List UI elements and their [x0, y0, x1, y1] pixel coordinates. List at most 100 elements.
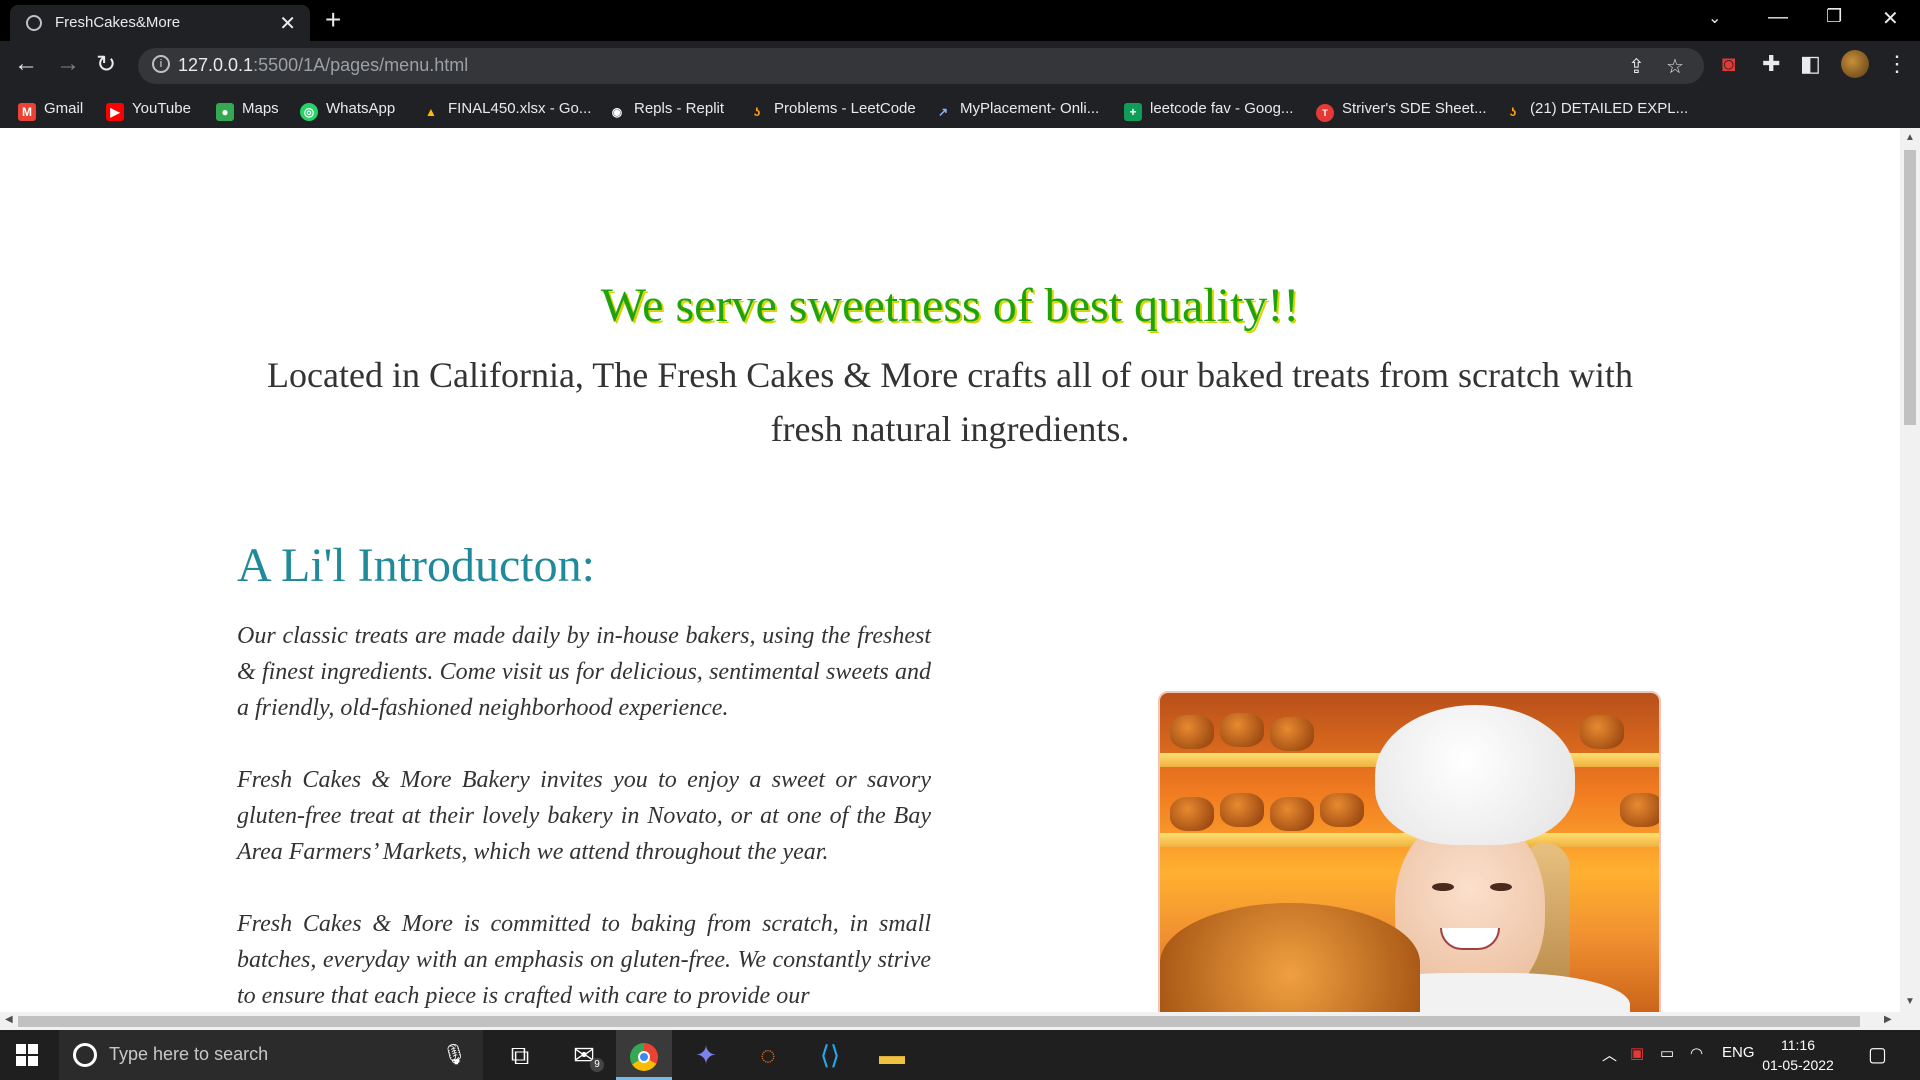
- share-icon[interactable]: ⇪: [1628, 54, 1645, 79]
- side-panel-icon[interactable]: ◧: [1800, 51, 1821, 77]
- intro-paragraph: Fresh Cakes & More Bakery invites you to…: [237, 767, 931, 865]
- bookmark-final450[interactable]: ▲ FINAL450.xlsx - Go...: [422, 96, 591, 122]
- reload-button[interactable]: ↻: [96, 50, 116, 79]
- bookmark-label: MyPlacement- Onli...: [960, 100, 1100, 117]
- gmail-icon: M: [18, 103, 36, 121]
- mail-badge: 9: [590, 1058, 604, 1072]
- bread-basket: [1160, 903, 1420, 1012]
- cortana-icon: [73, 1043, 97, 1067]
- microphone-icon[interactable]: 🎙: [442, 1042, 467, 1067]
- google-sheets-icon: +: [1124, 103, 1142, 121]
- minimize-button[interactable]: —: [1768, 6, 1788, 29]
- close-window-button[interactable]: ✕: [1882, 6, 1899, 31]
- address-bar[interactable]: i 127.0.0.1:5500/1A/pages/menu.html ⇪ ☆: [138, 48, 1704, 84]
- language-indicator[interactable]: ENG: [1722, 1044, 1755, 1061]
- clock-time: 11:16: [1781, 1037, 1815, 1053]
- url-host: 127.0.0.1: [178, 55, 254, 75]
- tab-search-icon[interactable]: ⌄: [1708, 8, 1721, 28]
- leetcode-icon: ʖ: [1509, 105, 1517, 119]
- hero-title: We serve sweetness of best quality!!: [600, 279, 1300, 332]
- bookmark-star-icon[interactable]: ☆: [1666, 54, 1684, 79]
- teams-app-icon[interactable]: ✦: [678, 1030, 734, 1080]
- tab-strip: FreshCakes&More ✕ + ⌄ — ❐ ✕: [0, 0, 1920, 41]
- bookmark-youtube[interactable]: ▶ YouTube: [106, 96, 191, 122]
- site-info-icon[interactable]: i: [152, 55, 170, 73]
- horizontal-scrollbar[interactable]: ◀ ▶: [0, 1012, 1920, 1030]
- bookmark-myplacement[interactable]: ↗ MyPlacement- Onli...: [934, 96, 1099, 122]
- extensions-icon[interactable]: ✚: [1762, 51, 1780, 77]
- windows-start-icon[interactable]: [16, 1044, 38, 1066]
- bookmark-striver[interactable]: T Striver's SDE Sheet...: [1316, 96, 1487, 122]
- system-clock[interactable]: 11:16 01-05-2022: [1758, 1035, 1838, 1075]
- bookmark-leetcode-fav[interactable]: + leetcode fav - Goog...: [1124, 96, 1293, 122]
- bookmark-whatsapp[interactable]: ◎ WhatsApp: [300, 96, 395, 122]
- wifi-icon[interactable]: ◠: [1690, 1044, 1703, 1062]
- clock-date: 01-05-2022: [1762, 1057, 1834, 1073]
- page-viewport: We serve sweetness of best quality!! Loc…: [0, 128, 1900, 1012]
- hero-subtitle: Located in California, The Fresh Cakes &…: [267, 355, 1633, 449]
- baker-photo: [1158, 691, 1661, 1012]
- forward-button[interactable]: →: [56, 50, 80, 78]
- url-path: :5500/1A/pages/menu.html: [253, 55, 469, 75]
- bookmark-label: FINAL450.xlsx - Go...: [448, 100, 592, 117]
- globe-icon: [26, 15, 42, 31]
- intro-heading: A Li'l Introducton:: [237, 539, 595, 592]
- pocket-extension-icon[interactable]: ◙: [1722, 51, 1735, 77]
- bookmark-label: Maps: [242, 100, 279, 117]
- jupyter-app-icon[interactable]: ◌: [740, 1030, 796, 1080]
- new-tab-button[interactable]: +: [325, 4, 341, 36]
- search-placeholder: Type here to search: [109, 1044, 269, 1064]
- antivirus-tray-icon[interactable]: ▣: [1630, 1044, 1644, 1062]
- task-view-icon[interactable]: ⧉: [492, 1030, 548, 1080]
- restore-button[interactable]: ❐: [1826, 6, 1842, 27]
- tab-title: FreshCakes&More: [55, 14, 181, 31]
- whatsapp-icon: ◎: [300, 103, 318, 121]
- profile-avatar[interactable]: [1841, 50, 1869, 78]
- browser-toolbar: ← → ↻ i 127.0.0.1:5500/1A/pages/menu.htm…: [0, 41, 1920, 90]
- chef-hat-icon: [1375, 705, 1575, 845]
- maps-icon: ●: [216, 103, 234, 121]
- vertical-scrollbar[interactable]: ▲ ▼: [1900, 128, 1920, 1012]
- tray-overflow-icon[interactable]: ︿: [1602, 1044, 1617, 1065]
- vscode-app-icon[interactable]: ⟨⟩: [802, 1030, 858, 1080]
- taskbar-search-box[interactable]: Type here to search 🎙: [59, 1030, 483, 1080]
- bookmark-leetcode-problems[interactable]: ʖ Problems - LeetCode: [748, 96, 916, 122]
- bookmark-label: YouTube: [132, 100, 191, 117]
- bookmark-label: Striver's SDE Sheet...: [1342, 100, 1487, 117]
- file-explorer-icon[interactable]: ▬: [864, 1030, 920, 1080]
- menu-icon[interactable]: ⋮: [1886, 51, 1908, 77]
- close-tab-icon[interactable]: ✕: [279, 11, 296, 36]
- intro-paragraph: Fresh Cakes & More is committed to bakin…: [237, 911, 931, 1009]
- youtube-icon: ▶: [106, 103, 124, 121]
- battery-icon[interactable]: ▭: [1660, 1044, 1674, 1062]
- mail-app-icon[interactable]: ✉ 9: [556, 1030, 612, 1080]
- scroll-left-arrow-icon[interactable]: ◀: [5, 1014, 13, 1025]
- vertical-scroll-thumb[interactable]: [1904, 150, 1916, 425]
- url-text[interactable]: 127.0.0.1:5500/1A/pages/menu.html: [178, 55, 468, 76]
- bookmark-label: Repls - Replit: [634, 100, 725, 117]
- scroll-right-arrow-icon[interactable]: ▶: [1884, 1014, 1892, 1025]
- leetcode-icon: ʖ: [753, 105, 761, 119]
- tuf-icon: T: [1316, 104, 1334, 122]
- bookmark-label: leetcode fav - Goog...: [1150, 100, 1294, 117]
- bookmark-label: Gmail: [44, 100, 84, 117]
- bookmark-maps[interactable]: ● Maps: [216, 96, 279, 122]
- intro-paragraph: Our classic treats are made daily by in-…: [237, 623, 931, 721]
- browser-tab[interactable]: FreshCakes&More ✕: [10, 5, 310, 41]
- bookmark-detailed-expl[interactable]: ʖ (21) DETAILED EXPL...: [1504, 96, 1688, 122]
- bookmark-label: WhatsApp: [326, 100, 396, 117]
- chrome-app-icon[interactable]: [616, 1030, 672, 1080]
- scroll-up-arrow-icon[interactable]: ▲: [1905, 132, 1915, 143]
- notifications-icon[interactable]: ▢: [1868, 1042, 1887, 1067]
- windows-taskbar: Type here to search 🎙 ⧉ ✉ 9 ✦ ◌ ⟨⟩ ▬ ︿ ▣ …: [0, 1030, 1920, 1080]
- bookmark-gmail[interactable]: M Gmail: [18, 96, 83, 122]
- bookmark-replit[interactable]: ◉ Repls - Replit: [608, 96, 724, 122]
- bookmark-label: (21) DETAILED EXPL...: [1530, 100, 1689, 117]
- google-drive-icon: ▲: [425, 105, 437, 119]
- bookmarks-bar: M Gmail ▶ YouTube ● Maps ◎ WhatsApp ▲ FINAL45…: [0, 90, 1920, 128]
- external-link-icon: ↗: [937, 105, 949, 119]
- scroll-down-arrow-icon[interactable]: ▼: [1905, 996, 1915, 1007]
- back-button[interactable]: ←: [14, 50, 38, 78]
- horizontal-scroll-thumb[interactable]: [18, 1016, 1860, 1027]
- bookmark-label: Problems - LeetCode: [774, 100, 916, 117]
